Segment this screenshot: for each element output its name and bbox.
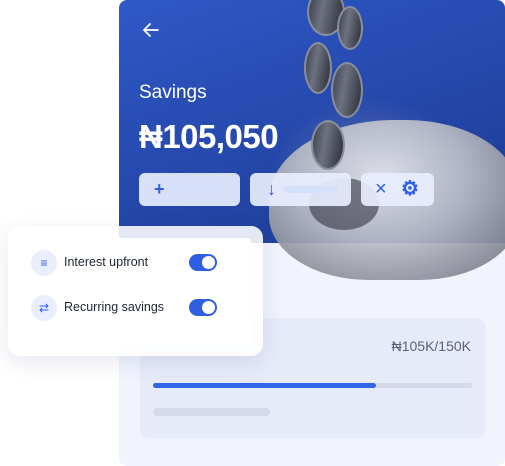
balance-amount: ₦105,050 xyxy=(139,118,279,155)
coins-icon: ≡ xyxy=(31,250,57,276)
close-icon: × xyxy=(375,178,387,200)
coin-image xyxy=(311,120,345,170)
coin-image xyxy=(337,6,363,50)
label-placeholder xyxy=(173,186,227,193)
settings-panel: ≡ Interest upfront ⇄ Recurring savings xyxy=(23,238,251,343)
setting-label: Recurring savings xyxy=(64,300,165,314)
label-placeholder xyxy=(284,186,338,193)
gear-icon: ⚙ xyxy=(401,178,419,200)
toggle-knob xyxy=(202,256,215,269)
coin-image xyxy=(304,42,332,94)
withdraw-button[interactable]: ↓ xyxy=(250,173,351,206)
setting-label: Interest upfront xyxy=(64,255,149,269)
text-placeholder xyxy=(153,408,270,416)
setting-row-interest-upfront: ≡ Interest upfront xyxy=(31,250,243,276)
setting-row-recurring-savings: ⇄ Recurring savings xyxy=(31,295,243,321)
progress-fill xyxy=(153,383,377,388)
goal-progress-label: ₦105K/150K xyxy=(391,338,471,354)
plus-icon: + xyxy=(154,179,165,199)
page-title: Savings xyxy=(139,82,207,103)
progress-track xyxy=(153,383,472,388)
deposit-button[interactable]: + xyxy=(139,173,240,206)
back-arrow-icon[interactable] xyxy=(141,20,165,44)
recurring-savings-toggle[interactable] xyxy=(189,299,217,316)
manage-button[interactable]: × ⚙ xyxy=(361,173,434,206)
toggle-knob xyxy=(202,301,215,314)
hero-banner: Savings ₦105,050 + ↓ × ⚙ xyxy=(119,0,505,280)
coin-image xyxy=(331,62,363,118)
arrow-down-icon: ↓ xyxy=(267,179,276,199)
interest-upfront-toggle[interactable] xyxy=(189,254,217,271)
savings-settings-popup: ≡ Interest upfront ⇄ Recurring savings xyxy=(8,226,263,356)
recurring-icon: ⇄ xyxy=(31,295,57,321)
